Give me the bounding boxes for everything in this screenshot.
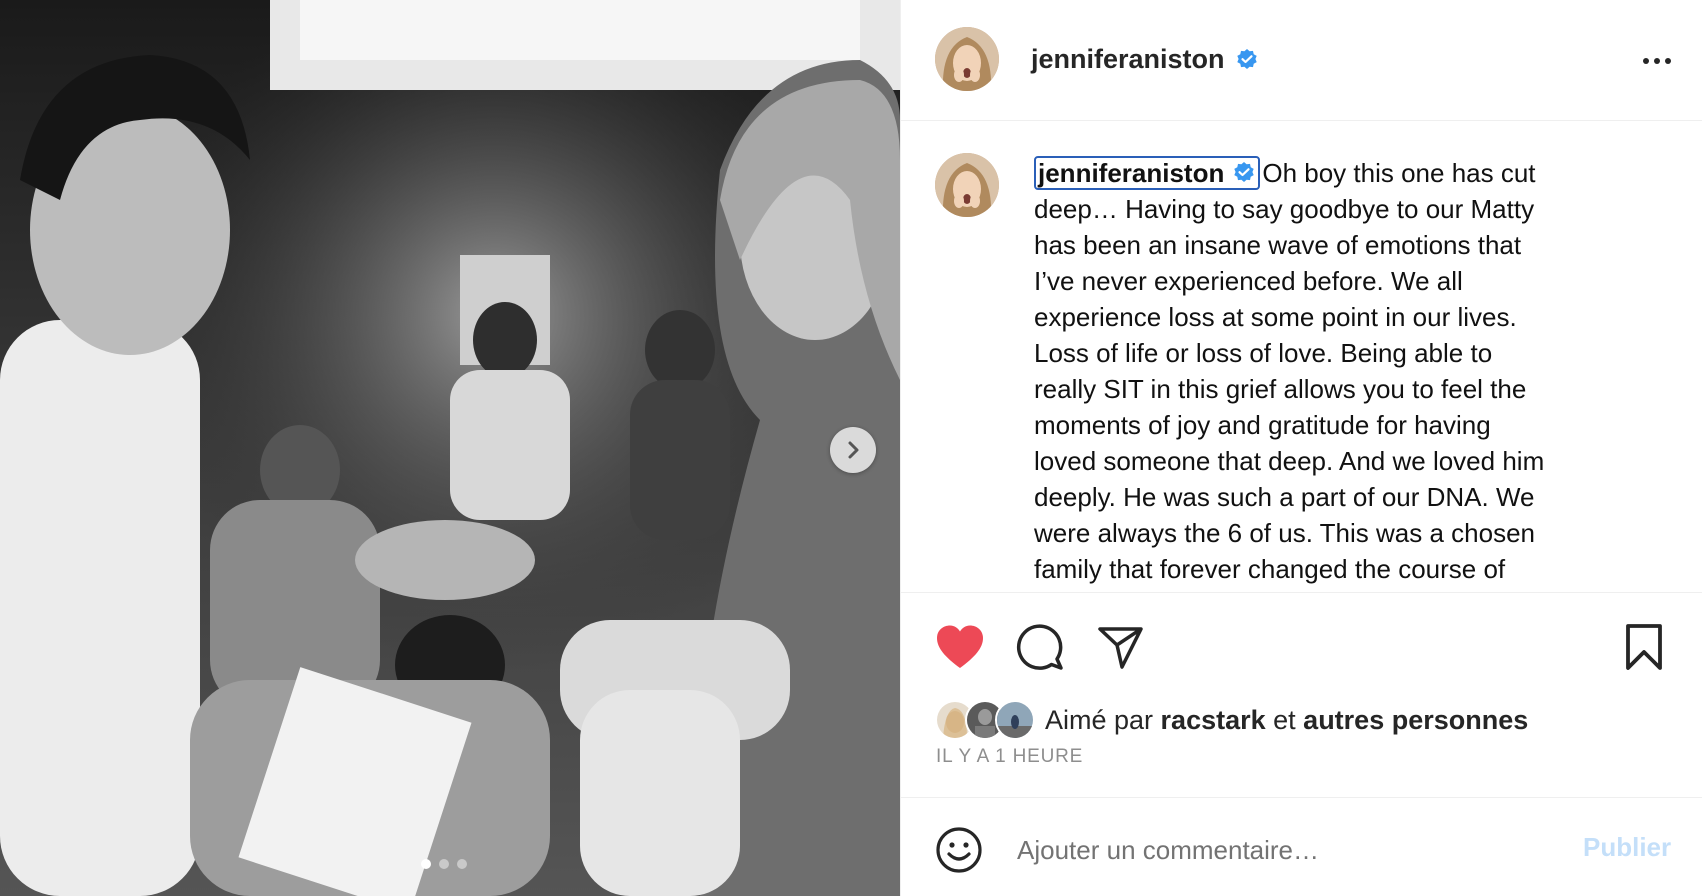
comment-icon: [1016, 624, 1063, 670]
author-username-text[interactable]: jenniferaniston: [1031, 44, 1225, 75]
author-avatar[interactable]: [935, 27, 999, 91]
avatar-image: [935, 153, 999, 217]
caption-section: jenniferaniston Oh boy this one has cut …: [901, 121, 1702, 591]
post-side-panel: jenniferaniston jenniferaniston Oh boy t…: [900, 0, 1702, 896]
likes-prefix: Aimé par: [1045, 704, 1161, 735]
post-photo: [0, 0, 900, 896]
post-timestamp[interactable]: IL Y A 1 HEURE: [936, 746, 1083, 768]
like-button[interactable]: [935, 622, 985, 672]
paper-plane-icon: [1098, 627, 1143, 669]
comment-composer: Publier: [901, 798, 1702, 896]
post-media[interactable]: [0, 0, 900, 896]
likes-middle: et: [1265, 704, 1304, 735]
save-button[interactable]: [1619, 622, 1669, 672]
action-bar: [901, 612, 1702, 682]
chevron-right-icon: [848, 441, 859, 459]
publish-button[interactable]: Publier: [1583, 832, 1671, 863]
liker-username-link[interactable]: racstark: [1161, 705, 1266, 735]
caption-username-link[interactable]: jenniferaniston: [1034, 156, 1261, 190]
caption-username-text[interactable]: jenniferaniston: [1038, 158, 1224, 188]
post-header: jenniferaniston: [901, 0, 1702, 121]
caption-text: Oh boy this one has cut deep… Having to …: [1034, 158, 1545, 591]
share-button[interactable]: [1095, 622, 1145, 672]
caption-author-avatar[interactable]: [935, 153, 999, 217]
instagram-post: jenniferaniston jenniferaniston Oh boy t…: [0, 0, 1702, 896]
bookmark-icon: [1626, 624, 1662, 670]
comment-button[interactable]: [1015, 622, 1065, 672]
verified-badge-icon: [1236, 48, 1257, 69]
post-caption: jenniferaniston Oh boy this one has cut …: [1034, 155, 1554, 591]
heart-filled-icon: [937, 625, 983, 668]
author-username[interactable]: jenniferaniston: [1031, 44, 1259, 75]
comment-input[interactable]: [1015, 828, 1579, 872]
divider: [901, 592, 1702, 593]
more-options-icon[interactable]: [1637, 46, 1677, 76]
likes-others-link[interactable]: autres personnes: [1303, 705, 1528, 735]
carousel-dot-1: [421, 859, 431, 869]
likes-summary[interactable]: Aimé par racstark et autres personnes: [935, 700, 1528, 740]
carousel-dot-3: [457, 859, 467, 869]
next-slide-button[interactable]: [830, 427, 876, 473]
likes-text: Aimé par racstark et autres personnes: [1045, 705, 1528, 736]
avatar-image: [935, 27, 999, 91]
carousel-dot-2: [439, 859, 449, 869]
smiley-icon[interactable]: [935, 826, 983, 874]
liker-avatar: [995, 700, 1035, 740]
verified-badge-icon: [1234, 162, 1255, 182]
carousel-indicator: [421, 859, 467, 869]
